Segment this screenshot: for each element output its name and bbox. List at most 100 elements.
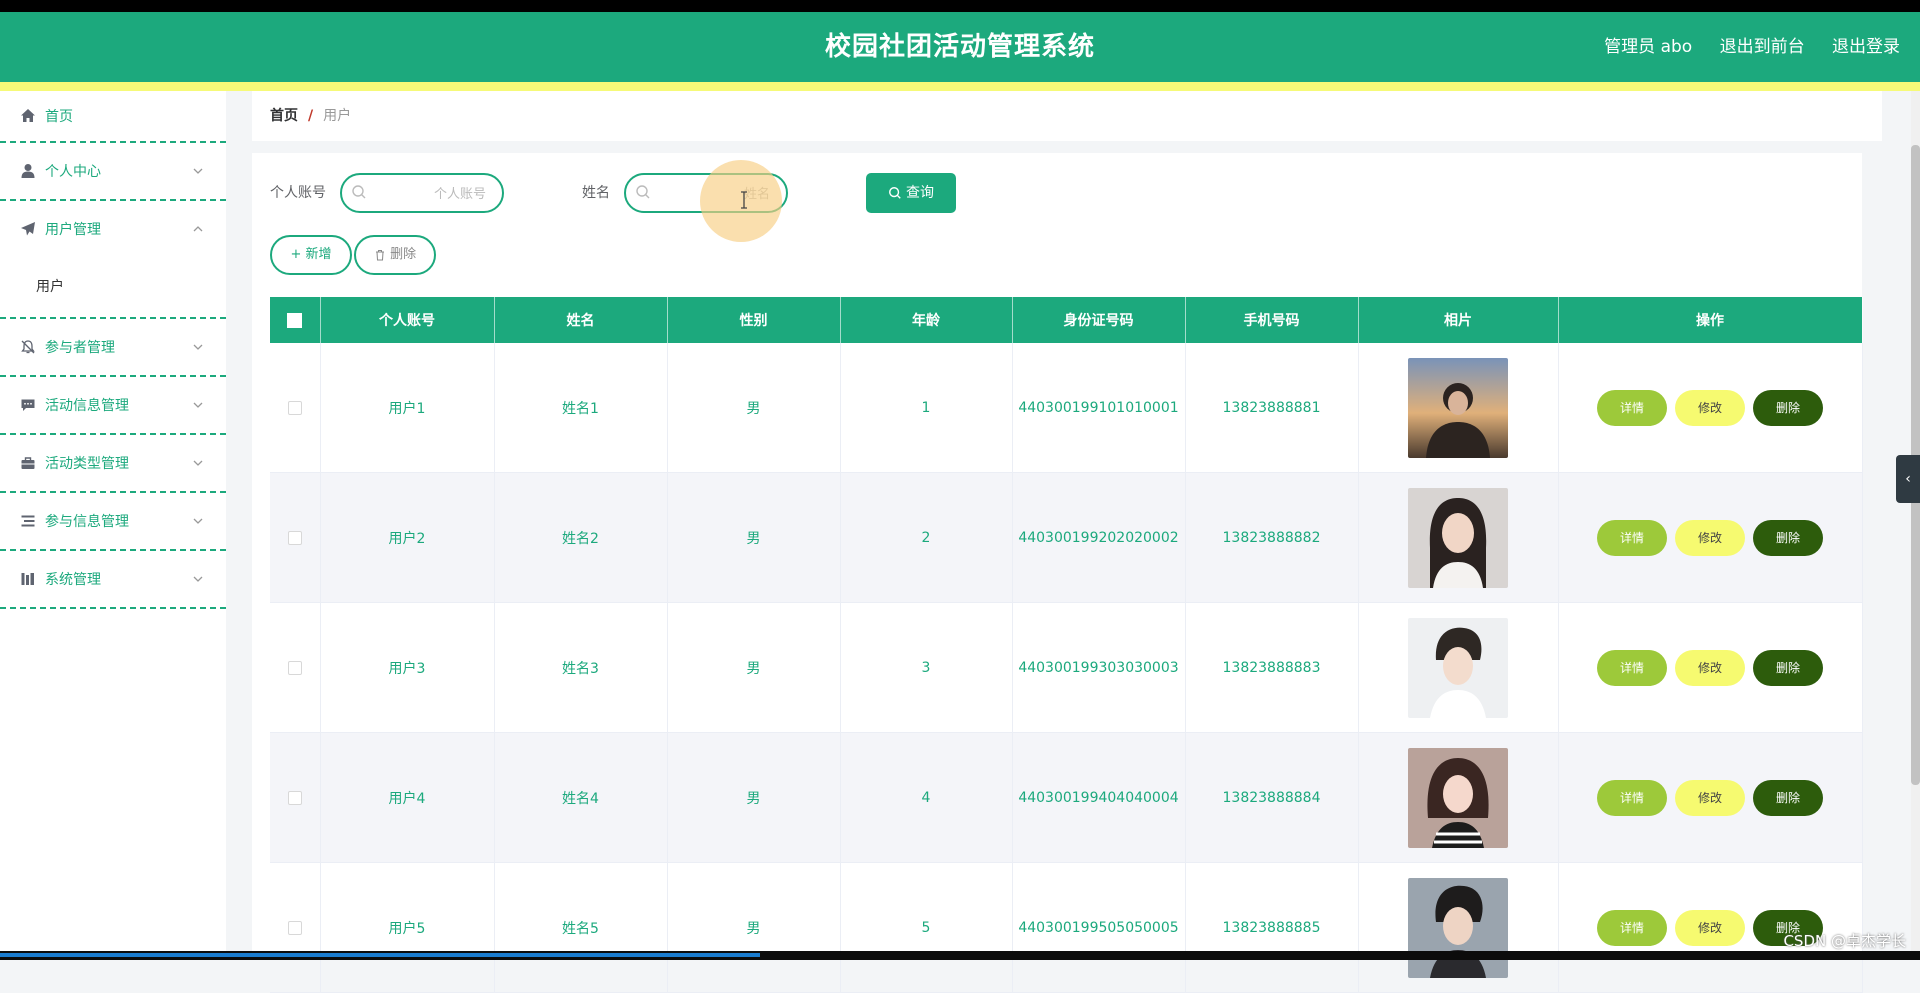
sidebar-item-home[interactable]: 首页 [0,91,226,143]
table-header-row: 个人账号 姓名 性别 年龄 身份证号码 手机号码 相片 操作 [270,297,1863,343]
column-header: 年龄 [840,297,1013,343]
account-cell: 用户5 [320,862,495,993]
top-edge [0,0,1920,12]
delete-button[interactable]: 删除 [1753,389,1823,426]
user-photo [1408,747,1508,848]
detail-button[interactable]: 详情 [1597,389,1667,426]
sidebar-item-label: 活动信息管理 [45,398,129,414]
account-search-input[interactable] [374,181,488,207]
phone-cell: 13823888882 [1185,472,1359,603]
side-collapse-tab[interactable]: ‹ [1896,455,1920,503]
account-cell: 用户3 [320,602,495,733]
row-checkbox[interactable] [287,660,302,675]
search-icon [636,185,650,199]
row-checkbox[interactable] [287,530,302,545]
select-all-header[interactable] [270,297,321,343]
edit-button[interactable]: 修改 [1675,649,1745,686]
chevron-down-icon [193,460,203,466]
chat-icon [21,399,35,411]
sidebar-item-system-management[interactable]: 系统管理 [0,551,226,609]
chevron-down-icon [193,402,203,408]
select-all-checkbox[interactable] [287,312,303,328]
sidebar-item-activity-type[interactable]: 活动类型管理 [0,435,226,493]
row-checkbox[interactable] [287,790,302,805]
account-label: 个人账号 [270,185,326,201]
sidebar-item-label: 用户管理 [45,222,101,238]
search-icon [889,187,901,199]
list-icon [21,515,35,527]
chevron-down-icon [193,344,203,350]
logout-link[interactable]: 退出登录 [1832,37,1900,57]
delete-button[interactable]: 删除 [1753,519,1823,556]
gender-cell: 男 [667,862,841,993]
sidebar-item-user-management[interactable]: 用户管理 [0,201,226,257]
row-select-cell [270,343,321,473]
edit-button[interactable]: 修改 [1675,519,1745,556]
operations-cell: 详情 修改 删除 [1558,472,1863,603]
query-button[interactable]: 查询 [866,173,956,213]
breadcrumb-current: 用户 [323,108,352,124]
user-photo [1408,877,1508,978]
trash-icon [375,249,384,260]
table-row: 用户3 姓名3 男 3 440300199303030003 138238888… [270,602,1863,733]
row-select-cell [270,732,321,863]
detail-button[interactable]: 详情 [1597,909,1667,946]
row-select-cell [270,862,321,993]
chart-icon [21,573,34,585]
home-icon [21,109,35,122]
add-button[interactable]: + 新增 [270,235,352,275]
name-cell: 姓名4 [494,732,668,863]
column-header: 性别 [667,297,841,343]
account-search-field[interactable] [340,173,504,213]
edit-button[interactable]: 修改 [1675,909,1745,946]
breadcrumb-home[interactable]: 首页 [270,108,298,124]
gender-cell: 男 [667,472,841,603]
operations-cell: 详情 修改 删除 [1558,343,1863,473]
sidebar-item-participant-management[interactable]: 参与者管理 [0,319,226,377]
column-header: 姓名 [494,297,668,343]
operations-cell: 详情 修改 删除 [1558,862,1863,993]
delete-button[interactable]: 删除 [1753,779,1823,816]
exit-to-frontend-link[interactable]: 退出到前台 [1720,37,1805,57]
detail-button[interactable]: 详情 [1597,779,1667,816]
sidebar-item-activity-info[interactable]: 活动信息管理 [0,377,226,435]
id-card-cell: 440300199505050005 [1012,862,1186,993]
photo-cell [1358,602,1559,733]
sidebar-subitem-user[interactable]: 用户 [0,257,226,319]
breadcrumb: 首页 / 用户 [252,91,1882,141]
name-cell: 姓名1 [494,343,668,473]
chevron-down-icon [193,518,203,524]
table-row: 用户5 姓名5 男 5 440300199505050005 138238888… [270,862,1863,993]
photo-cell [1358,862,1559,993]
bell-off-icon [21,340,35,354]
photo-cell [1358,732,1559,863]
detail-button[interactable]: 详情 [1597,649,1667,686]
detail-button[interactable]: 详情 [1597,519,1667,556]
table-row: 用户2 姓名2 男 2 440300199202020002 138238888… [270,472,1863,603]
phone-cell: 13823888885 [1185,862,1359,993]
id-card-cell: 440300199101010001 [1012,343,1186,473]
header-user-area: 管理员 abo 退出到前台 退出登录 [1582,12,1900,82]
edit-button[interactable]: 修改 [1675,779,1745,816]
id-card-cell: 440300199202020002 [1012,472,1186,603]
user-icon [21,164,35,178]
delete-button[interactable]: 删除 [1753,649,1823,686]
progress-strip [0,953,760,957]
breadcrumb-separator: / [308,108,314,124]
row-checkbox[interactable] [287,920,302,935]
batch-delete-button[interactable]: 删除 [354,235,436,275]
chevron-up-icon [193,226,203,232]
row-select-cell [270,472,321,603]
gender-cell: 男 [667,343,841,473]
sidebar-item-personal-center[interactable]: 个人中心 [0,143,226,201]
account-cell: 用户2 [320,472,495,603]
phone-cell: 13823888884 [1185,732,1359,863]
table-row: 用户4 姓名4 男 4 440300199404040004 138238888… [270,732,1863,863]
edit-button[interactable]: 修改 [1675,389,1745,426]
age-cell: 4 [840,732,1013,863]
sidebar-item-participation-info[interactable]: 参与信息管理 [0,493,226,551]
user-photo [1408,487,1508,588]
page-scrollbar[interactable] [1911,91,1920,951]
row-checkbox[interactable] [287,400,302,415]
user-photo [1408,617,1508,718]
